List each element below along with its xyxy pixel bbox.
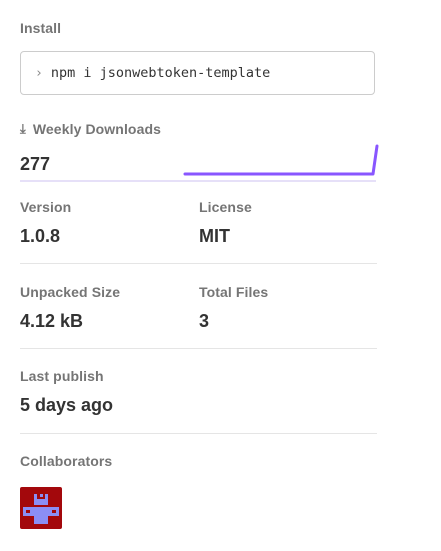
license-cell: License MIT <box>199 199 252 247</box>
weekly-downloads-count: 277 <box>20 154 51 174</box>
divider <box>20 263 377 264</box>
unpacked-size-value: 4.12 kB <box>20 311 84 331</box>
install-command[interactable]: npm i jsonwebtoken-template <box>51 65 270 81</box>
sparkline-line <box>183 144 379 176</box>
collaborator-avatar[interactable] <box>20 487 62 529</box>
weekly-downloads-heading: ⤓ Weekly Downloads <box>20 121 161 137</box>
unpacked-size-cell: Unpacked Size 4.12 kB <box>20 284 120 332</box>
version-value: 1.0.8 <box>20 226 61 246</box>
last-publish-label: Last publish <box>20 368 104 384</box>
total-files-value: 3 <box>199 311 210 331</box>
package-sidebar: Install › npm i jsonwebtoken-template ⤓ … <box>0 0 441 551</box>
total-files-label: Total Files <box>199 284 269 300</box>
collaborators-label: Collaborators <box>20 453 113 469</box>
install-heading: Install <box>20 20 62 36</box>
license-label: License <box>199 199 252 215</box>
install-command-box[interactable]: › npm i jsonwebtoken-template <box>20 51 375 95</box>
unpacked-size-label: Unpacked Size <box>20 284 121 300</box>
weekly-downloads-label: Weekly Downloads <box>32 121 162 137</box>
download-icon: ⤓ <box>20 121 26 136</box>
divider <box>20 433 377 434</box>
last-publish-value: 5 days ago <box>20 395 114 415</box>
total-files-cell: Total Files 3 <box>199 284 268 332</box>
version-label: Version <box>20 199 72 215</box>
downloads-sparkline <box>20 144 379 182</box>
version-cell: Version 1.0.8 <box>20 199 71 247</box>
license-value: MIT <box>199 226 230 246</box>
last-publish-cell: Last publish 5 days ago <box>20 368 113 416</box>
chevron-right-icon: › <box>35 65 43 81</box>
divider <box>20 348 377 349</box>
